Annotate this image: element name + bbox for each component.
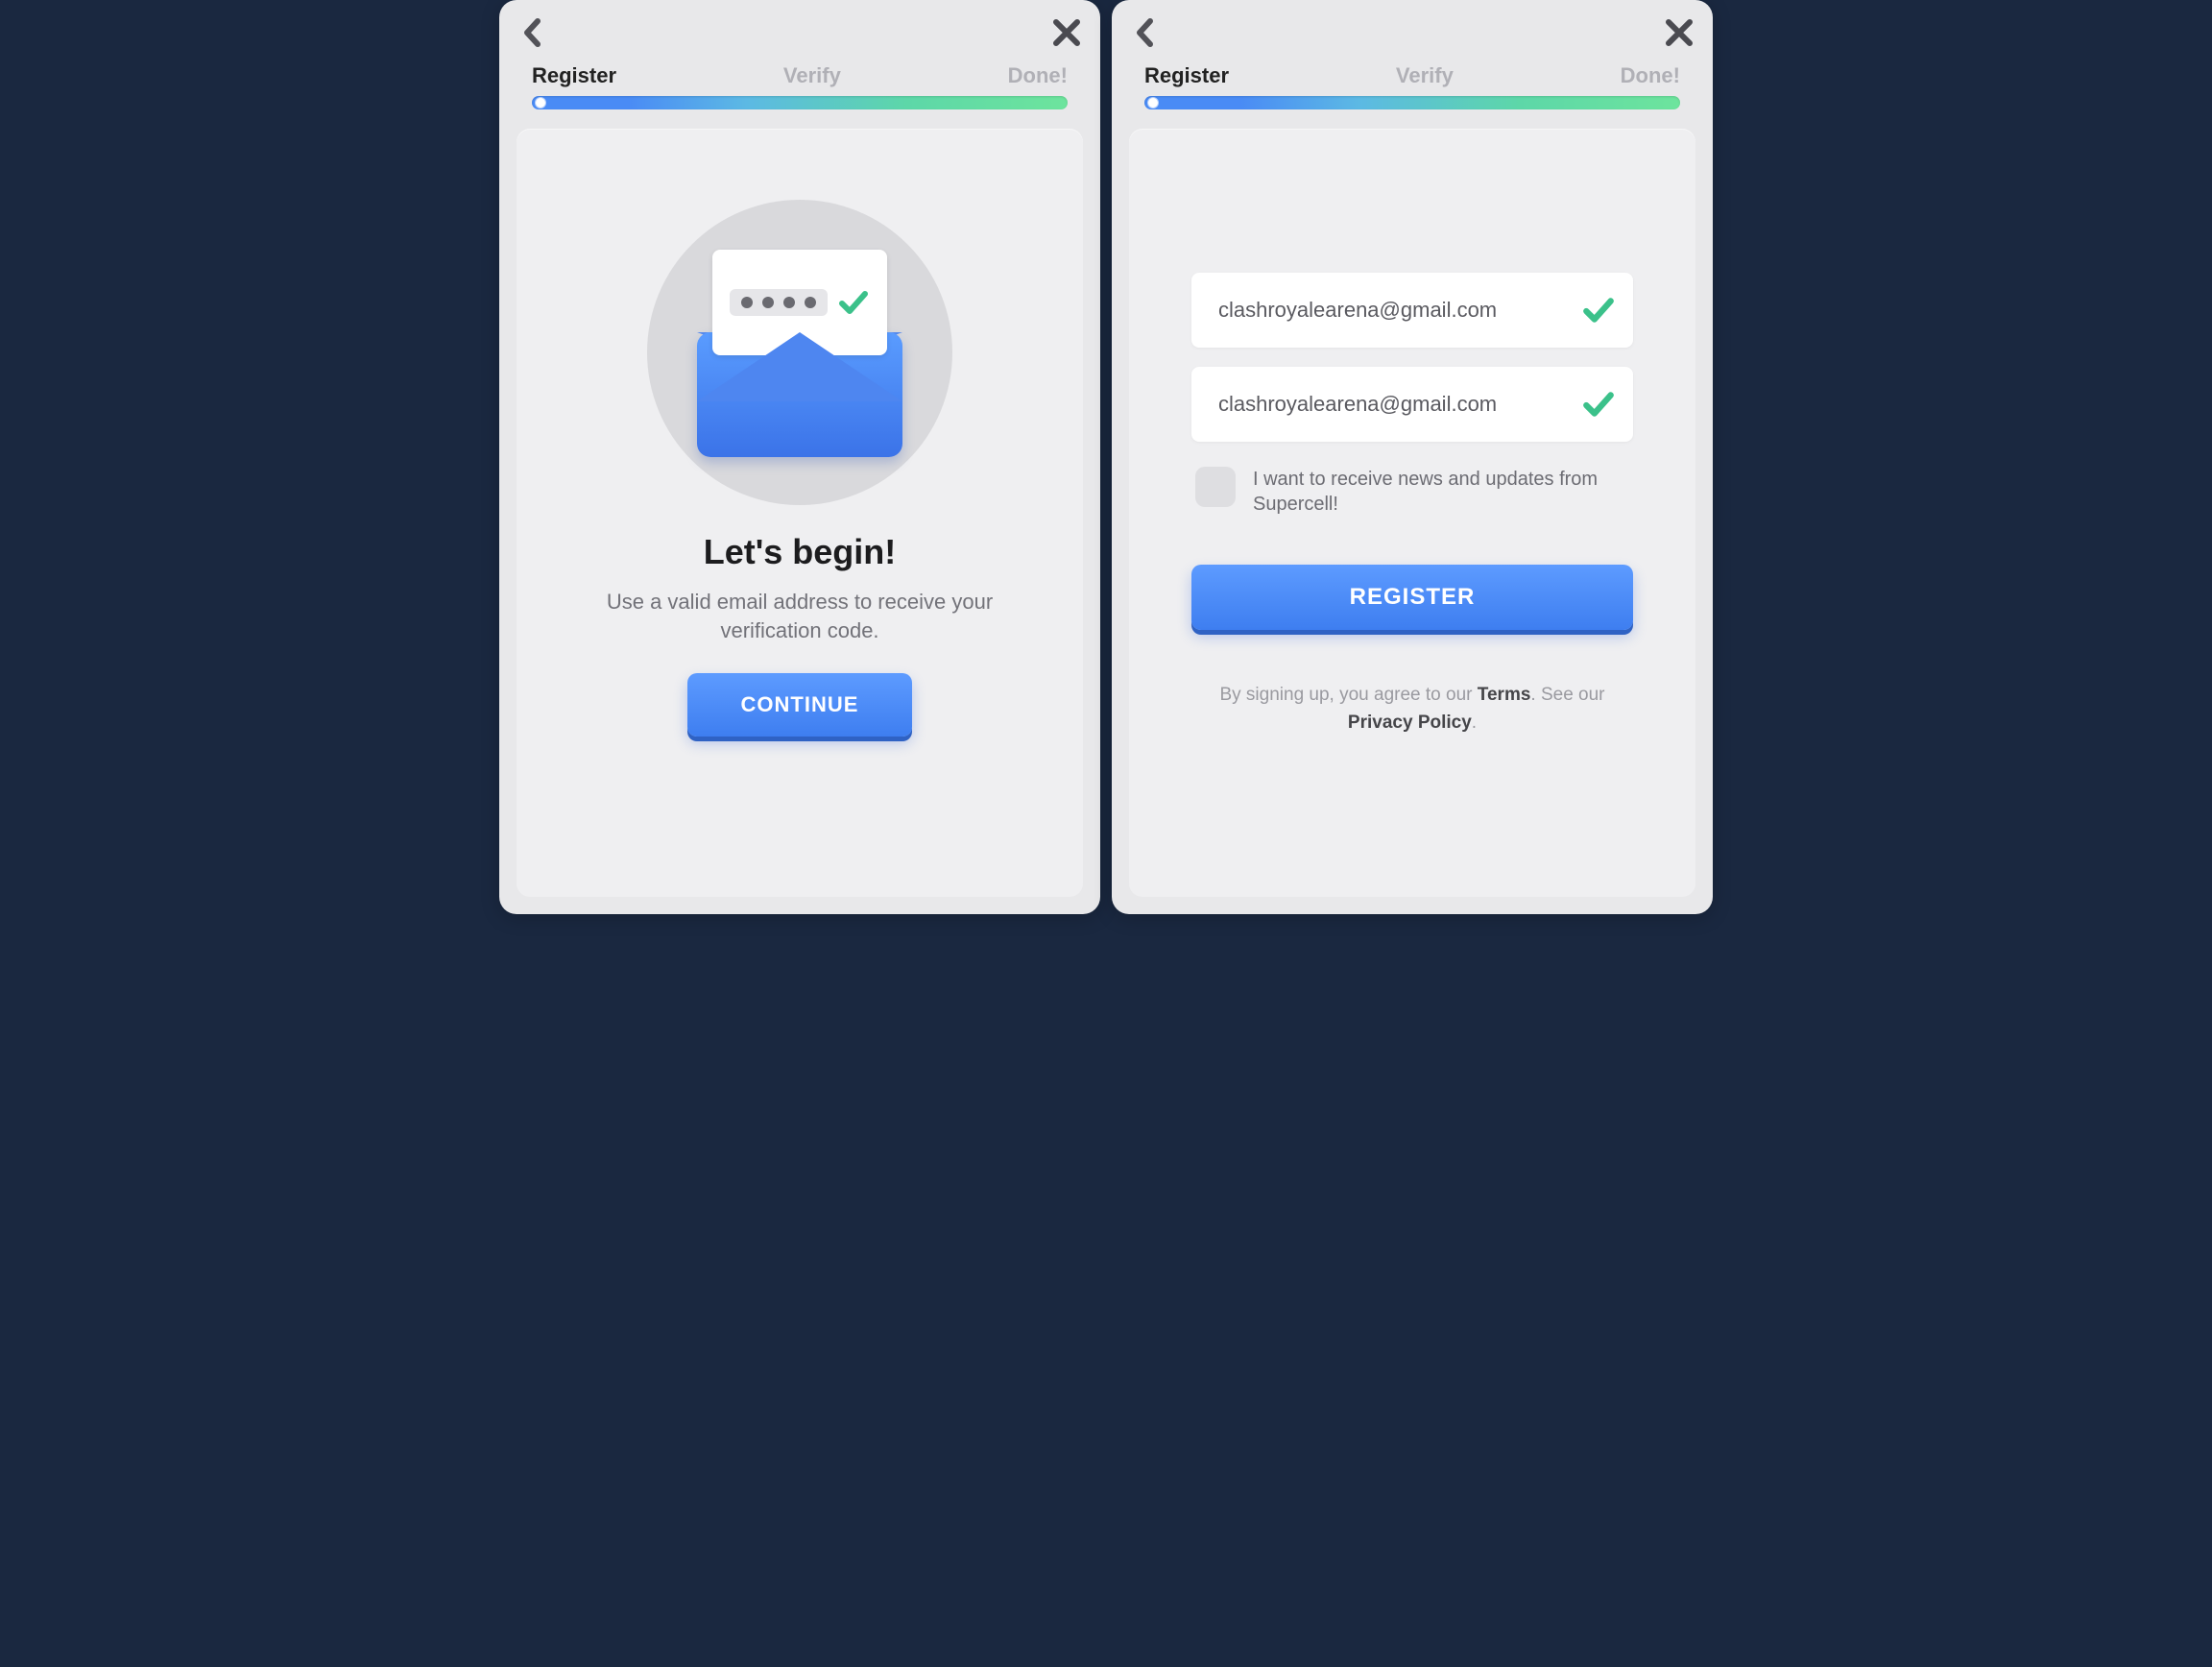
newsletter-consent-row: I want to receive news and updates from … (1191, 467, 1633, 517)
back-button[interactable] (517, 16, 549, 49)
form-card: I want to receive news and updates from … (1129, 129, 1695, 897)
register-intro-panel: Register Verify Done! Let's begin! (499, 0, 1100, 914)
confirm-email-field[interactable] (1216, 391, 1581, 418)
checkmark-icon (1581, 387, 1616, 422)
close-button[interactable] (1663, 16, 1695, 49)
newsletter-label: I want to receive news and updates from … (1253, 467, 1629, 517)
legal-text: By signing up, you agree to our Terms. S… (1191, 682, 1633, 737)
email-field[interactable] (1216, 297, 1581, 324)
progress-knob (536, 98, 545, 108)
register-form-panel: Register Verify Done! I want to receive … (1112, 0, 1713, 914)
step-register: Register (1144, 63, 1229, 88)
privacy-link[interactable]: Privacy Policy (1348, 713, 1472, 733)
progress-bar (532, 96, 1068, 109)
progress-steps: Register Verify Done! (499, 60, 1100, 88)
email-field-wrapper (1191, 273, 1633, 348)
newsletter-checkbox[interactable] (1195, 467, 1236, 507)
intro-headline: Let's begin! (704, 532, 897, 572)
back-button[interactable] (1129, 16, 1162, 49)
close-icon (1665, 18, 1694, 47)
progress-steps: Register Verify Done! (1112, 60, 1713, 88)
close-icon (1052, 18, 1081, 47)
step-verify: Verify (1396, 63, 1454, 88)
step-done: Done! (1621, 63, 1680, 88)
intro-card: Let's begin! Use a valid email address t… (517, 129, 1083, 897)
chevron-left-icon (1135, 18, 1156, 47)
terms-link[interactable]: Terms (1478, 685, 1531, 705)
step-verify: Verify (783, 63, 841, 88)
checkmark-icon (837, 286, 870, 319)
register-button[interactable]: REGISTER (1191, 565, 1633, 630)
close-button[interactable] (1050, 16, 1083, 49)
intro-subtext: Use a valid email address to receive you… (579, 588, 1021, 644)
continue-button[interactable]: CONTINUE (687, 673, 913, 737)
confirm-email-field-wrapper (1191, 367, 1633, 442)
checkmark-icon (1581, 293, 1616, 327)
envelope-illustration (647, 200, 952, 505)
progress-bar (1144, 96, 1680, 109)
step-register: Register (532, 63, 616, 88)
step-done: Done! (1008, 63, 1068, 88)
chevron-left-icon (522, 18, 543, 47)
progress-knob (1148, 98, 1158, 108)
